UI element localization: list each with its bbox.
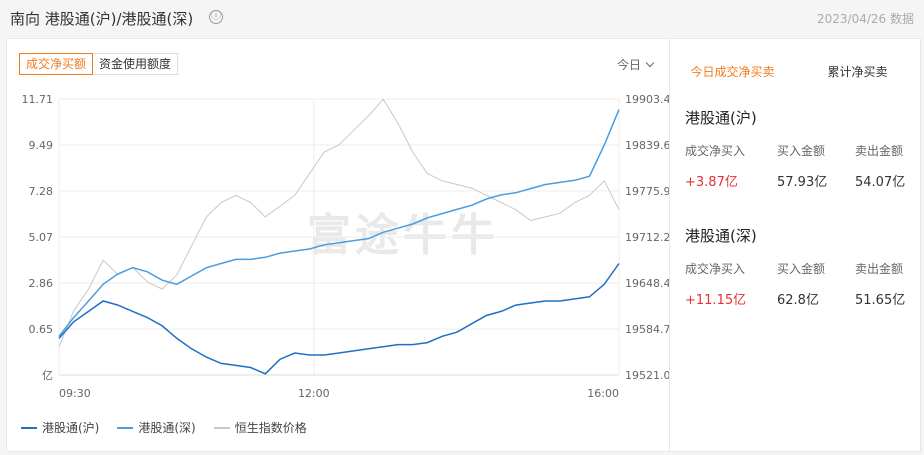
label-buy-amount: 买入金额 <box>777 144 826 158</box>
series-line-hsi <box>58 98 620 348</box>
tab-cumulative-net[interactable]: 累计净买卖 <box>795 63 920 80</box>
y-right-tick-label: 19839.6 <box>625 139 669 152</box>
legend-label-hsi: 恒生指数价格 <box>234 421 307 435</box>
block-labels-sz: 成交净买入 买入金额 卖出金额 <box>685 260 915 277</box>
y-left-tick-label: 5.07 <box>29 231 54 244</box>
side-tabs: 今日成交净买卖 累计净买卖 <box>670 63 920 80</box>
value-sell-amount: 51.65亿 <box>855 293 906 308</box>
legend: 港股通(沪) 港股通(深) 恒生指数价格 <box>21 419 325 436</box>
legend-swatch-sh <box>21 426 37 429</box>
block-title-sh: 港股通(沪) <box>685 109 757 127</box>
data-date: 2023/04/26 数据 <box>817 12 914 26</box>
x-tick-label: 12:00 <box>298 387 330 400</box>
block-sz: 港股通(深) 成交净买入 买入金额 卖出金额 +11.15亿 62.8亿 51.… <box>685 225 915 308</box>
series-line-sh <box>58 263 620 375</box>
value-buy-amount: 62.8亿 <box>777 293 819 308</box>
value-net-buy: +11.15亿 <box>685 293 747 308</box>
chart-panel: 成交净买额 资金使用额度 今日 富途牛牛 11.71 9.49 7.28 5.07 2.… <box>6 38 670 452</box>
y-right-tick-label: 19712.2 <box>625 231 669 244</box>
y-left-tick-label: 11.71 <box>22 93 54 106</box>
block-sh: 港股通(沪) 成交净买入 买入金额 卖出金额 +3.87亿 57.93亿 54.… <box>685 107 915 190</box>
y-left-tick-label: 7.28 <box>29 185 54 198</box>
side-panel: 今日成交净买卖 累计净买卖 港股通(沪) 成交净买入 买入金额 卖出金额 +3.… <box>670 38 921 452</box>
y-right-tick-label: 19521.0 <box>625 369 669 382</box>
value-buy-amount: 57.93亿 <box>777 175 828 190</box>
legend-swatch-hsi <box>213 426 230 429</box>
label-buy-amount: 买入金额 <box>777 262 826 276</box>
legend-item-sh[interactable]: 港股通(沪) <box>21 419 99 436</box>
y-left-tick-label: 2.86 <box>29 277 54 290</box>
block-values-sz: +11.15亿 62.8亿 51.65亿 <box>685 289 915 308</box>
label-sell-amount: 卖出金额 <box>855 262 904 276</box>
value-net-buy: +3.87亿 <box>685 175 738 190</box>
x-tick-label: 16:00 <box>587 387 619 400</box>
block-labels-sh: 成交净买入 买入金额 卖出金额 <box>685 142 915 159</box>
y-left-tick-label: 9.49 <box>29 139 54 152</box>
y-right-tick-label: 19775.9 <box>625 185 669 198</box>
y-left-tick-label: 0.65 <box>29 323 54 336</box>
line-chart: 11.71 9.49 7.28 5.07 2.86 0.65 亿 19903.4 19839.6… <box>22 93 670 400</box>
y-left-unit-label: 亿 <box>42 369 53 382</box>
block-values-sh: +3.87亿 57.93亿 54.07亿 <box>685 171 915 190</box>
legend-item-sz[interactable]: 港股通(深) <box>117 419 196 436</box>
value-sell-amount: 54.07亿 <box>855 175 906 190</box>
page-title: 南向 港股通(沪)/港股通(深) <box>10 10 194 28</box>
legend-item-hsi[interactable]: 恒生指数价格 <box>213 419 307 436</box>
x-tick-label: 09:30 <box>59 387 91 400</box>
legend-label-sh: 港股通(沪) <box>42 421 100 435</box>
legend-swatch-sz <box>117 426 134 429</box>
header: 南向 港股通(沪)/港股通(深) ⓘ 2023/04/26 数据 <box>0 0 924 36</box>
y-right-tick-label: 19648.4 <box>625 277 669 290</box>
tab-today-net[interactable]: 今日成交净买卖 <box>670 63 795 80</box>
info-icon[interactable]: ⓘ <box>209 10 223 24</box>
y-right-tick-label: 19903.4 <box>625 93 669 106</box>
block-title-sz: 港股通(深) <box>685 227 757 245</box>
y-right-tick-label: 19584.7 <box>625 323 669 336</box>
label-net-buy: 成交净买入 <box>685 144 746 158</box>
label-sell-amount: 卖出金额 <box>855 144 904 158</box>
label-net-buy: 成交净买入 <box>685 262 746 276</box>
legend-label-sz: 港股通(深) <box>138 421 196 435</box>
